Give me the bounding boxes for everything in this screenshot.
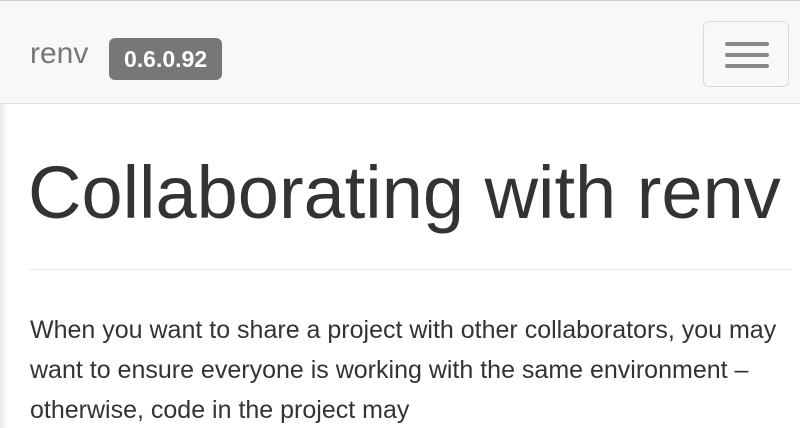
- navbar: renv 0.6.0.92: [0, 0, 800, 104]
- brand-link[interactable]: renv: [30, 36, 88, 72]
- version-badge: 0.6.0.92: [109, 38, 223, 80]
- hamburger-menu-icon: [725, 64, 769, 68]
- page: renv 0.6.0.92 Collaborating with renv Wh…: [0, 0, 800, 428]
- navbar-toggle-button[interactable]: [703, 21, 789, 87]
- title-divider: [30, 269, 790, 270]
- hamburger-menu-icon: [725, 42, 769, 46]
- page-shadow: [0, 104, 8, 428]
- page-title: Collaborating with renv: [28, 151, 781, 234]
- hamburger-menu-icon: [725, 53, 769, 57]
- intro-paragraph: When you want to share a project with ot…: [30, 316, 777, 424]
